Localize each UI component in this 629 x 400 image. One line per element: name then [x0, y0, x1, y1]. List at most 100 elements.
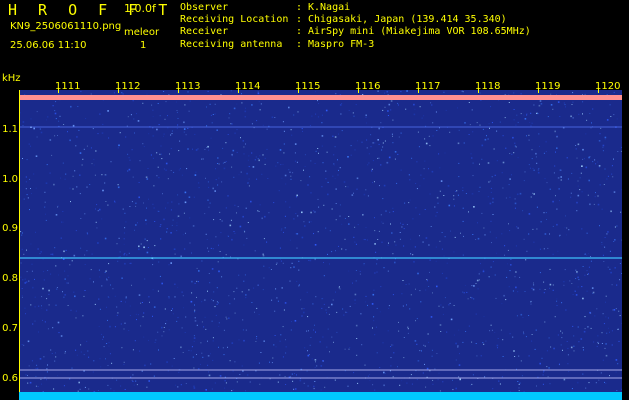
noise-speckle — [263, 277, 265, 279]
noise-speckle — [375, 326, 377, 328]
noise-speckle — [425, 289, 427, 291]
noise-speckle — [471, 297, 473, 299]
noise-speckle — [127, 116, 129, 118]
noise-speckle — [167, 127, 169, 129]
noise-speckle — [80, 344, 82, 346]
noise-speckle — [244, 274, 246, 276]
noise-speckle — [392, 211, 394, 213]
noise-speckle — [572, 294, 574, 296]
noise-speckle — [86, 145, 88, 147]
noise-speckle — [442, 306, 444, 308]
noise-speckle — [75, 145, 77, 147]
noise-speckle — [512, 336, 514, 338]
noise-speckle — [184, 104, 186, 106]
noise-speckle — [556, 208, 558, 210]
noise-speckle — [409, 199, 411, 201]
noise-speckle — [582, 158, 584, 160]
noise-speckle — [603, 184, 605, 185]
noise-speckle — [417, 131, 419, 133]
noise-speckle — [163, 135, 164, 137]
noise-speckle — [194, 320, 197, 322]
noise-speckle — [216, 287, 218, 289]
noise-speckle — [168, 297, 170, 299]
noise-speckle — [245, 297, 247, 299]
noise-speckle — [292, 172, 294, 174]
noise-speckle — [247, 159, 249, 161]
noise-speckle — [289, 239, 291, 241]
noise-speckle — [508, 223, 509, 225]
noise-speckle — [161, 158, 163, 160]
noise-speckle — [79, 152, 82, 154]
noise-speckle — [465, 331, 467, 332]
noise-speckle — [376, 307, 378, 309]
noise-speckle — [613, 158, 614, 160]
noise-speckle — [384, 106, 386, 108]
noise-speckle — [234, 361, 236, 363]
noise-speckle — [321, 135, 324, 137]
noise-speckle — [413, 260, 415, 262]
noise-speckle — [258, 159, 260, 162]
noise-speckle — [233, 231, 235, 232]
noise-speckle — [357, 140, 358, 142]
noise-speckle — [160, 145, 162, 147]
noise-speckle — [216, 301, 218, 303]
noise-speckle — [74, 170, 76, 172]
noise-speckle — [374, 272, 376, 274]
noise-speckle — [64, 351, 66, 353]
noise-speckle — [29, 178, 31, 180]
noise-speckle — [356, 188, 358, 190]
noise-speckle — [194, 282, 196, 284]
noise-speckle — [301, 128, 303, 130]
noise-speckle — [111, 362, 113, 364]
noise-speckle — [618, 310, 620, 312]
noise-speckle — [505, 299, 507, 301]
noise-speckle — [575, 148, 577, 150]
noise-speckle — [531, 122, 533, 124]
noise-speckle — [182, 234, 184, 236]
noise-speckle — [58, 93, 60, 95]
noise-speckle — [105, 270, 107, 272]
noise-speckle — [126, 125, 128, 127]
noise-speckle — [107, 365, 109, 366]
noise-speckle — [90, 269, 92, 271]
noise-speckle — [294, 320, 297, 322]
noise-speckle — [415, 288, 416, 290]
noise-speckle — [565, 215, 566, 217]
noise-speckle — [221, 220, 223, 222]
noise-speckle — [382, 146, 384, 148]
noise-speckle — [326, 346, 328, 348]
noise-speckle — [400, 132, 402, 134]
noise-speckle — [212, 340, 214, 342]
noise-speckle — [404, 202, 406, 204]
noise-speckle — [513, 119, 515, 121]
noise-speckle — [331, 303, 333, 306]
noise-speckle — [153, 207, 155, 209]
noise-speckle — [353, 236, 355, 238]
noise-speckle — [479, 271, 481, 273]
noise-speckle — [594, 159, 596, 161]
noise-speckle — [205, 328, 207, 330]
noise-speckle — [153, 306, 156, 308]
noise-speckle — [171, 201, 173, 203]
noise-speckle — [541, 357, 543, 359]
noise-speckle — [512, 136, 514, 139]
noise-speckle — [424, 209, 426, 210]
noise-speckle — [362, 214, 364, 216]
noise-speckle — [473, 285, 475, 287]
noise-speckle — [539, 248, 541, 250]
noise-speckle — [599, 184, 601, 186]
noise-speckle — [601, 343, 603, 344]
noise-speckle — [109, 353, 111, 355]
noise-speckle — [385, 210, 387, 212]
noise-speckle — [193, 335, 195, 337]
noise-speckle — [532, 167, 534, 169]
noise-speckle — [142, 143, 144, 145]
noise-speckle — [94, 174, 96, 176]
noise-speckle — [388, 242, 389, 244]
noise-speckle — [83, 295, 85, 297]
noise-speckle — [482, 269, 484, 271]
noise-speckle — [188, 349, 190, 351]
noise-speckle — [595, 192, 596, 194]
noise-speckle — [510, 259, 512, 260]
noise-speckle — [482, 342, 484, 344]
